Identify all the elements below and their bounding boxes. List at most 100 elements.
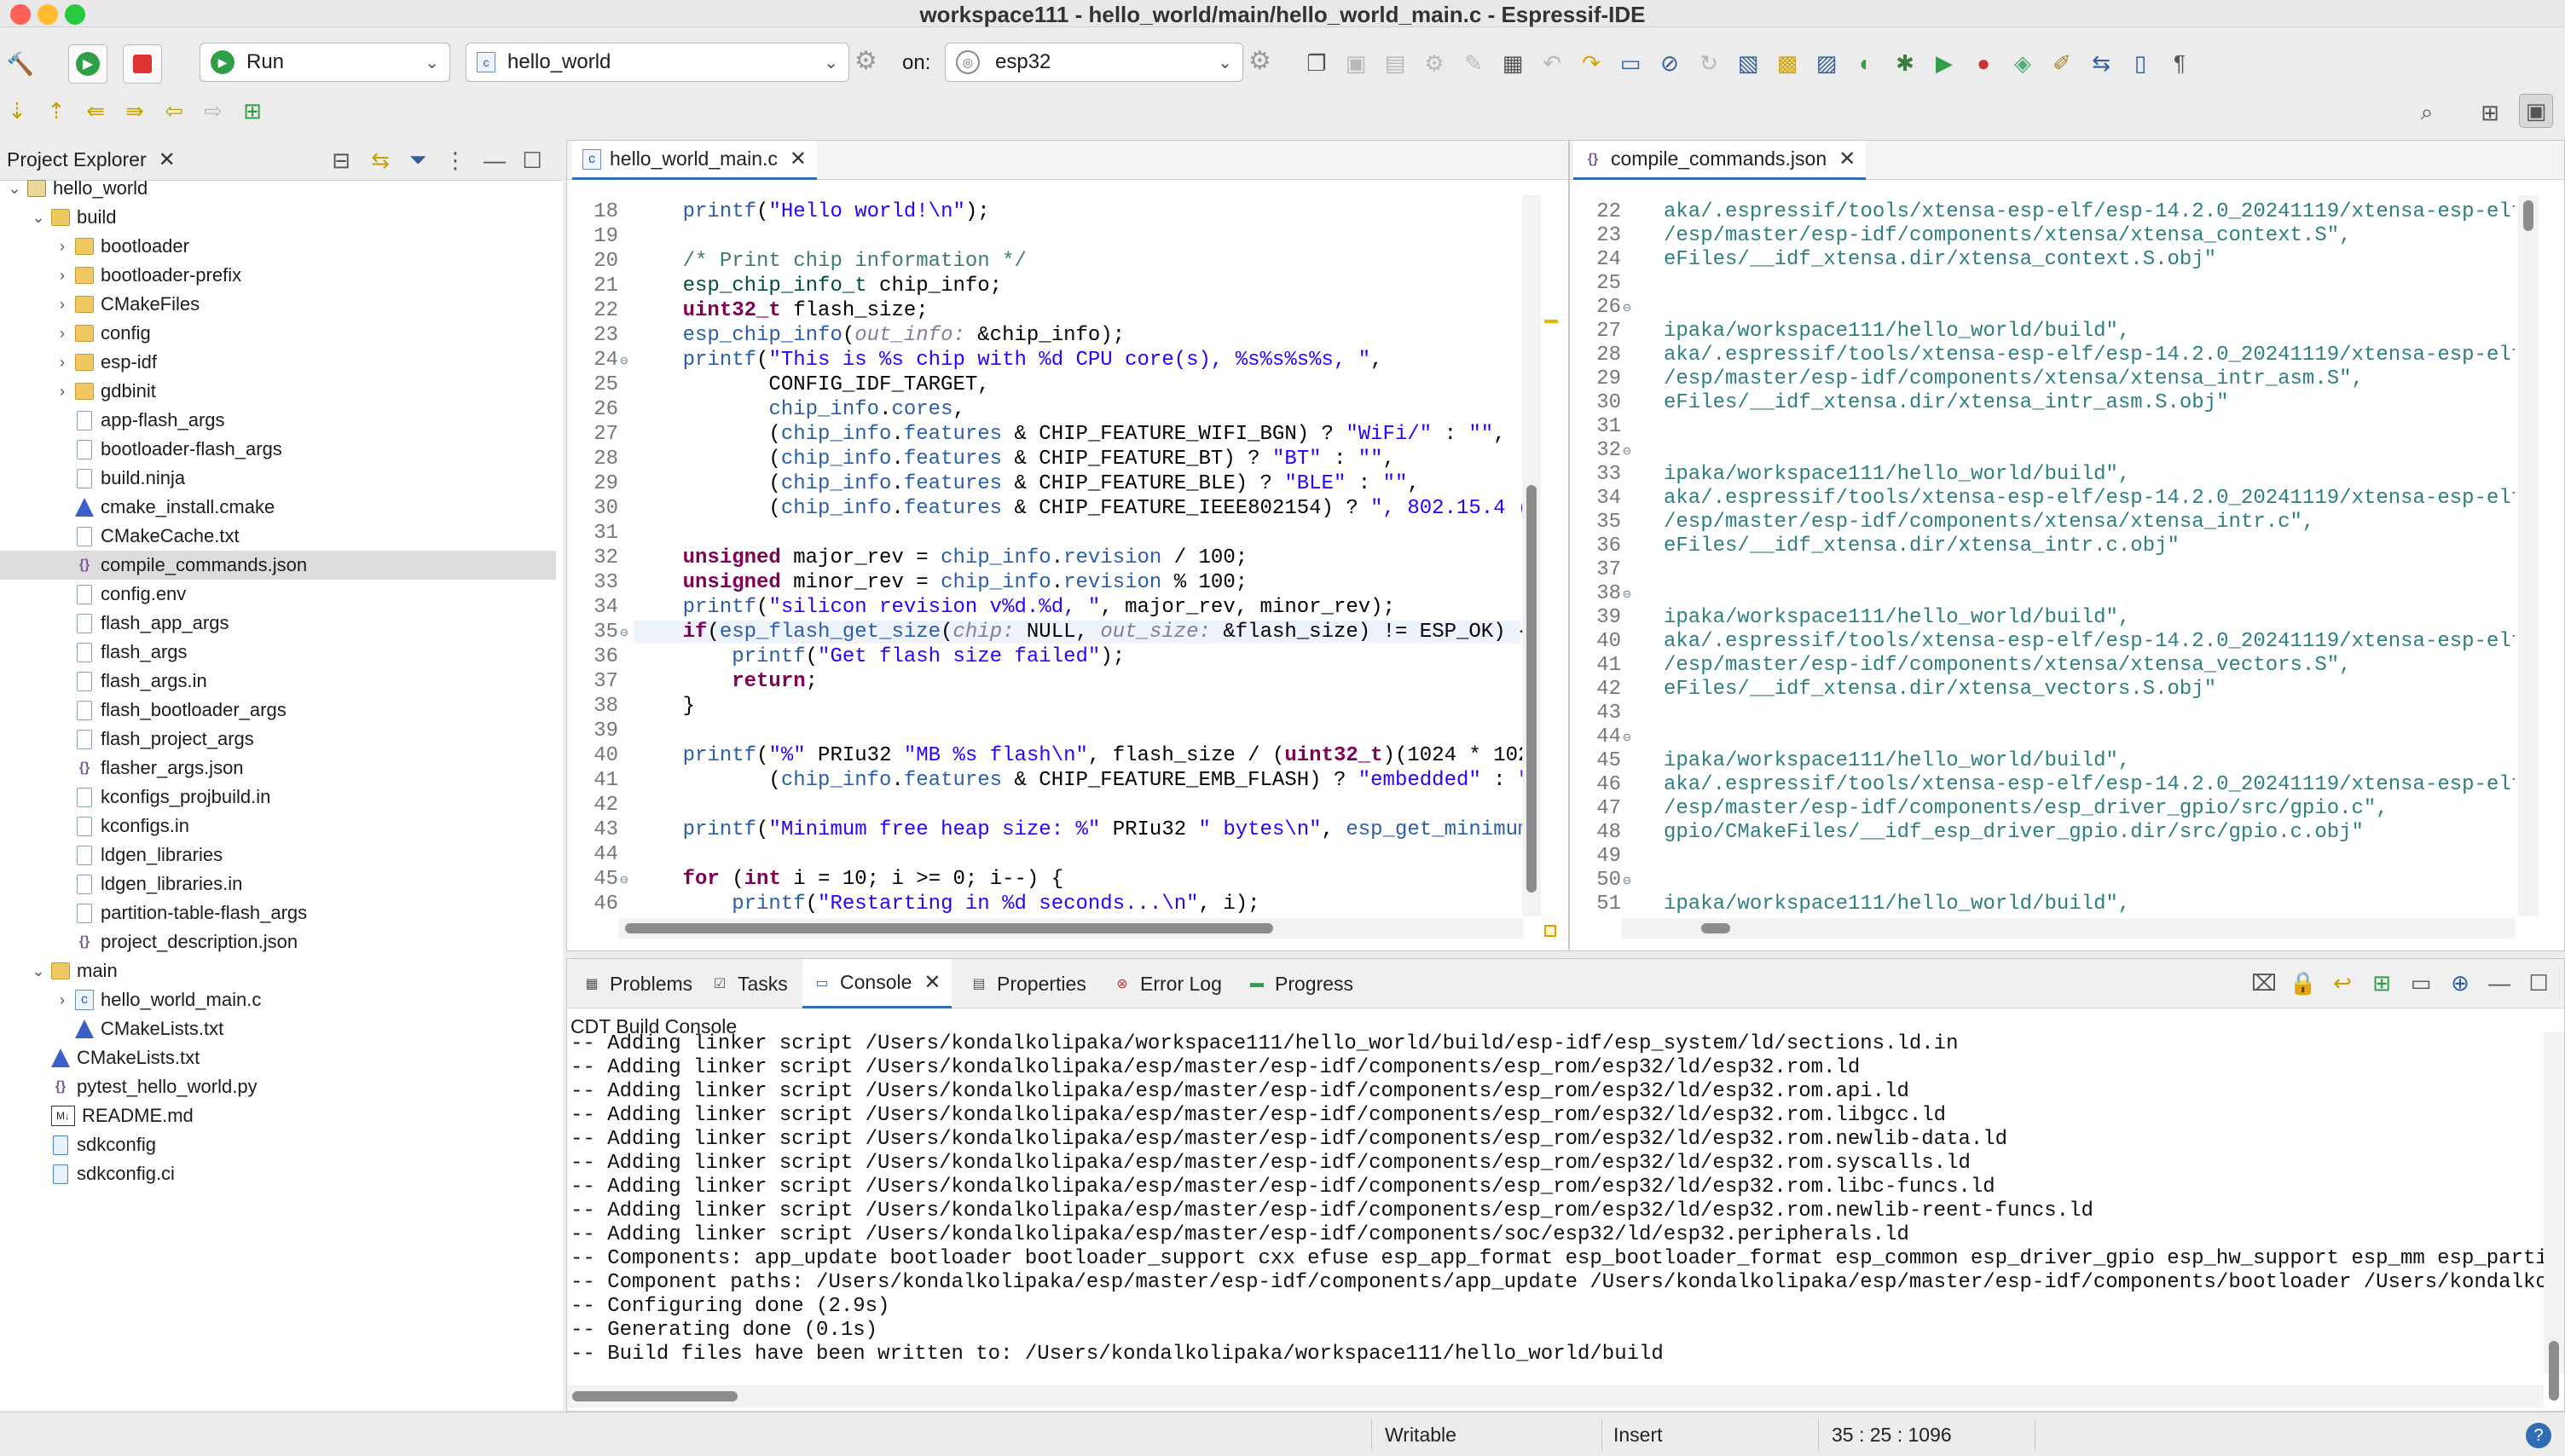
launch-target-gear-icon[interactable]: ⚙: [1248, 46, 1271, 76]
tree-item[interactable]: › bootloader-prefix: [0, 261, 556, 290]
tree-item[interactable]: M↓ README.md: [0, 1101, 556, 1130]
skip-breakpoints-icon[interactable]: ⊘: [1653, 46, 1687, 80]
editor-scroll-thumb[interactable]: [1526, 485, 1537, 893]
tab-progress[interactable]: ▬ Progress: [1237, 959, 1364, 1008]
next-annotation-icon[interactable]: ⇣: [0, 94, 34, 128]
terminal-icon[interactable]: ▭: [1613, 46, 1647, 80]
tab-error-log[interactable]: ⊗ Error Log: [1103, 959, 1232, 1008]
tree-item[interactable]: kconfigs.in: [0, 812, 556, 841]
chevron-right-icon[interactable]: ›: [53, 354, 72, 372]
build-hammer-icon[interactable]: 🔨: [3, 47, 38, 81]
filter-icon[interactable]: ⏷: [401, 143, 435, 177]
json-vertical-scrollbar[interactable]: [2518, 195, 2539, 916]
fold-toggle-icon[interactable]: ⊖: [620, 624, 628, 641]
open-console-icon[interactable]: ⊕: [2443, 966, 2477, 1000]
tab-problems[interactable]: ▦ Problems: [572, 959, 703, 1008]
open-folder-icon[interactable]: ▩: [1770, 46, 1804, 80]
back-icon[interactable]: ⇛: [118, 94, 152, 128]
tree-item[interactable]: cmake_install.cmake: [0, 493, 556, 522]
link-with-editor-icon[interactable]: ⇆: [363, 143, 397, 177]
chevron-down-icon[interactable]: ⌄: [29, 209, 48, 227]
last-edit-location-icon[interactable]: ⇚: [78, 94, 113, 128]
tree-item[interactable]: partition-table-flash_args: [0, 898, 556, 927]
tree-item[interactable]: ldgen_libraries.in: [0, 870, 556, 898]
console-output[interactable]: -- Adding linker script /Users/kondalkol…: [570, 1032, 2545, 1372]
tree-item[interactable]: sdkconfig: [0, 1130, 556, 1159]
tab-compile-commands-json[interactable]: {} compile_commands.json ✕: [1573, 141, 1867, 180]
toggle-mark-icon[interactable]: ⇆: [2084, 46, 2118, 80]
back-arrow-icon[interactable]: ⇦: [157, 94, 191, 128]
espressif-perspective-button[interactable]: ▣: [2519, 94, 2553, 128]
fold-toggle-icon[interactable]: ⊖: [1623, 586, 1631, 603]
search-refs-icon[interactable]: ◐: [1849, 46, 1883, 80]
tree-item[interactable]: {} flasher_args.json: [0, 754, 556, 783]
close-icon[interactable]: ✕: [924, 970, 941, 995]
display-console-icon[interactable]: ▭: [2404, 966, 2438, 1000]
maximize-view-icon[interactable]: ☐: [2522, 966, 2556, 1000]
pin-icon[interactable]: ✐: [2045, 46, 2079, 80]
editor-horizontal-scrollbar[interactable]: [618, 918, 1524, 939]
tree-item[interactable]: CMakeCache.txt: [0, 522, 556, 551]
external-tools-icon[interactable]: ●: [1966, 46, 2000, 80]
tree-item[interactable]: sdkconfig.ci: [0, 1159, 556, 1188]
editor-hscroll-thumb[interactable]: [625, 923, 1273, 933]
tree-item[interactable]: ⌄ hello_world: [0, 174, 556, 203]
minimize-view-icon[interactable]: —: [2482, 966, 2516, 1000]
tree-item[interactable]: CMakeLists.txt: [0, 1014, 556, 1043]
tree-item[interactable]: flash_bootloader_args: [0, 696, 556, 725]
open-perspective-button[interactable]: ⊞: [2473, 95, 2507, 130]
launch-stop-button[interactable]: [123, 44, 162, 84]
tree-item[interactable]: config.env: [0, 580, 556, 609]
redo-edit-icon[interactable]: ↷: [1574, 46, 1608, 80]
launch-run-button[interactable]: ▶: [68, 44, 107, 84]
launch-target-select[interactable]: ◎ esp32 ⌄: [945, 43, 1243, 82]
tab-tasks[interactable]: ☑ Tasks: [700, 959, 798, 1008]
pin-editor-icon[interactable]: ⊞: [235, 94, 269, 128]
new-project-icon[interactable]: ▧: [1731, 46, 1765, 80]
tree-item[interactable]: › CMakeFiles: [0, 290, 556, 319]
minimize-view-icon[interactable]: —: [478, 143, 512, 177]
collapse-all-icon[interactable]: ⊟: [324, 143, 358, 177]
tree-item[interactable]: › config: [0, 319, 556, 348]
tree-item[interactable]: app-flash_args: [0, 406, 556, 435]
previous-annotation-icon[interactable]: ⇡: [39, 94, 73, 128]
launch-config-gear-icon[interactable]: ⚙: [854, 46, 877, 76]
fold-toggle-icon[interactable]: ⊖: [1623, 299, 1631, 316]
close-icon[interactable]: ✕: [1838, 147, 1856, 171]
json-hscroll-thumb[interactable]: [1701, 923, 1730, 933]
tree-item[interactable]: build.ninja: [0, 464, 556, 493]
fold-toggle-icon[interactable]: ⊖: [620, 871, 628, 888]
tree-item[interactable]: kconfigs_projbuild.in: [0, 783, 556, 812]
tree-item[interactable]: ⌄ build: [0, 203, 556, 232]
chevron-right-icon[interactable]: ›: [53, 296, 72, 314]
chevron-right-icon[interactable]: ›: [53, 383, 72, 401]
json-scroll-thumb[interactable]: [2523, 200, 2533, 231]
tab-hello-world-main-c[interactable]: c hello_world_main.c ✕: [572, 141, 817, 180]
help-icon[interactable]: ?: [2526, 1423, 2551, 1448]
tree-item[interactable]: › esp-idf: [0, 348, 556, 377]
tree-item[interactable]: › c hello_world_main.c: [0, 985, 556, 1014]
json-code-view[interactable]: 22 aka/.espressif/tools/xtensa-esp-elf/es…: [1570, 200, 2515, 918]
pin-console-icon[interactable]: ⊞: [2365, 966, 2399, 1000]
clear-console-icon[interactable]: ⌧: [2247, 966, 2281, 1000]
tree-item[interactable]: flash_project_args: [0, 725, 556, 754]
search-icon[interactable]: ⌕: [2410, 95, 2444, 130]
chevron-right-icon[interactable]: ›: [53, 991, 72, 1009]
new-wizard-icon[interactable]: ❐: [1300, 46, 1334, 80]
launch-config-select[interactable]: c hello_world ⌄: [466, 43, 849, 82]
show-whitespace-icon[interactable]: ¶: [2163, 46, 2197, 80]
fold-toggle-icon[interactable]: ⊖: [1623, 442, 1631, 459]
tree-item[interactable]: CMakeLists.txt: [0, 1043, 556, 1072]
chevron-right-icon[interactable]: ›: [53, 267, 72, 285]
chevron-right-icon[interactable]: ›: [53, 238, 72, 256]
tree-item[interactable]: bootloader-flash_args: [0, 435, 556, 464]
tree-item[interactable]: ldgen_libraries: [0, 841, 556, 870]
open-perspective-icon[interactable]: ◈: [2006, 46, 2040, 80]
tree-item[interactable]: flash_args: [0, 638, 556, 667]
code-editor[interactable]: 18 printf("Hello world!\n"); 19 20 /* Prin…: [567, 200, 1524, 918]
tree-item[interactable]: flash_app_args: [0, 609, 556, 638]
tree-item[interactable]: {} compile_commands.json: [0, 551, 556, 580]
maximize-view-icon[interactable]: ☐: [515, 143, 549, 177]
close-icon[interactable]: ✕: [790, 147, 807, 171]
launch-mode-select[interactable]: ▶ Run ⌄: [200, 43, 450, 82]
